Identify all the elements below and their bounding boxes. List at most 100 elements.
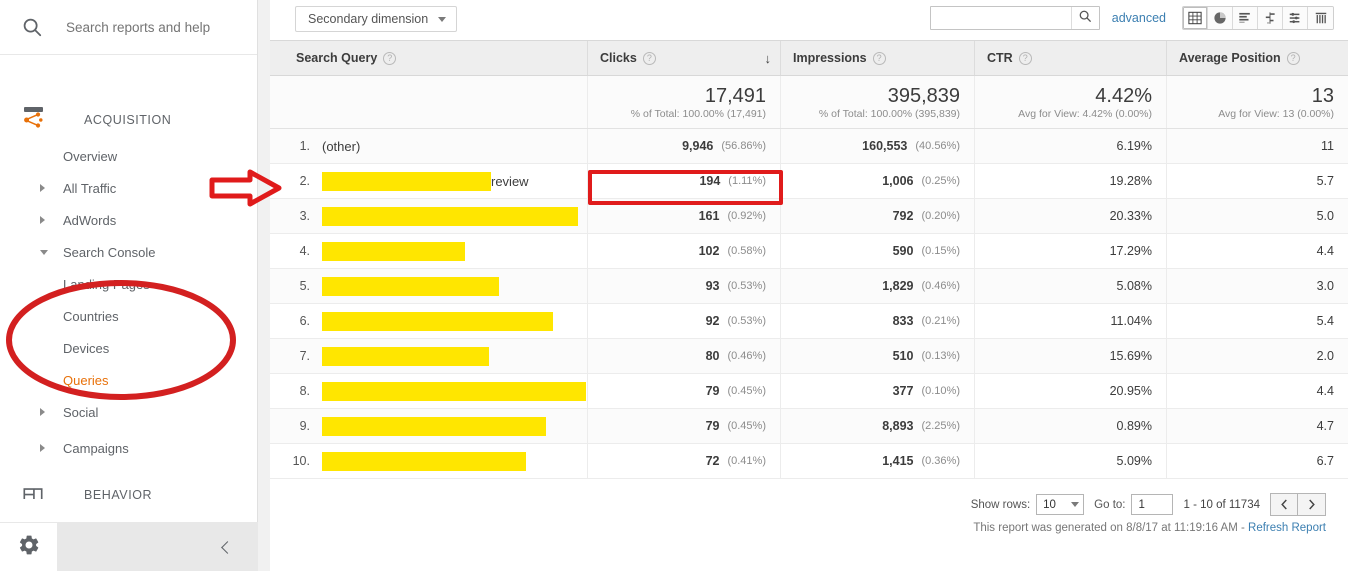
help-icon[interactable]: ? <box>1286 51 1300 65</box>
column-header-ctr[interactable]: CTR ? <box>975 41 1167 75</box>
sidebar-item-devices[interactable]: Devices <box>0 332 257 364</box>
column-header-average-position[interactable]: Average Position ? <box>1167 41 1348 75</box>
secondary-dimension-button[interactable]: Secondary dimension <box>295 6 458 32</box>
summary-subtext: Avg for View: 13 (0.00%) <box>1218 107 1334 120</box>
sidebar-item-label: All Traffic <box>63 180 117 196</box>
performance-bar-view-icon[interactable] <box>1233 7 1258 29</box>
cell-value: 5.08% <box>1116 279 1152 293</box>
cell-value: 1,006 <box>882 174 914 188</box>
search-query-text[interactable] <box>322 346 489 366</box>
search-query-text[interactable] <box>322 451 526 471</box>
table-footer: Show rows: 10 Go to: 1 1 - 10 of 11734 T… <box>270 485 1348 571</box>
table-row[interactable]: 5. 93 (0.53%) 1,829 (0.46%) 5.08% 3.0 <box>270 269 1348 304</box>
cell-clicks: 80 (0.46%) <box>588 339 781 373</box>
summary-clicks: 17,491 % of Total: 100.00% (17,491) <box>588 76 781 128</box>
show-rows-select[interactable]: 10 <box>1036 494 1085 515</box>
table-row[interactable]: 3. 161 (0.92%) 792 (0.20%) 20.33% 5.0 <box>270 199 1348 234</box>
pivot-view-icon[interactable] <box>1283 7 1308 29</box>
pagination-range: 1 - 10 of 11734 <box>1183 498 1260 511</box>
table-row[interactable]: 1. (other) 9,946 (56.86%) 160,553 (40.56%) 6.1… <box>270 129 1348 164</box>
sidebar-item-landing-pages[interactable]: Landing Pages <box>0 268 257 300</box>
table-row[interactable]: 6. 92 (0.53%) 833 (0.21%) 11.04% 5.4 <box>270 304 1348 339</box>
table-row[interactable]: 4. 102 (0.58%) 590 (0.15%) 17.29% 4.4 <box>270 234 1348 269</box>
summary-impressions: 395,839 % of Total: 100.00% (395,839) <box>781 76 975 128</box>
search-query-text[interactable] <box>322 241 465 261</box>
help-icon[interactable]: ? <box>383 51 397 65</box>
search-query-text[interactable] <box>322 416 546 436</box>
sidebar-item-social[interactable]: Social <box>0 396 257 428</box>
sort-descending-icon: ↓ <box>764 50 772 66</box>
sidebar-section-behavior[interactable]: BEHAVIOR <box>0 475 257 499</box>
help-icon[interactable]: ? <box>642 51 656 65</box>
search-query-text[interactable] <box>322 276 499 296</box>
summary-value: 17,491 <box>704 84 766 107</box>
show-rows-label: Show rows: <box>970 498 1031 511</box>
table-search-box[interactable] <box>929 6 1100 30</box>
column-header-impressions[interactable]: Impressions ? <box>781 41 975 75</box>
cell-percent: (56.86%) <box>721 140 766 152</box>
row-index: 3. <box>299 209 310 223</box>
search-input[interactable] <box>64 18 244 36</box>
table-row[interactable]: 9. 79 (0.45%) 8,893 (2.25%) 0.89% 4.7 <box>270 409 1348 444</box>
refresh-report-link[interactable]: Refresh Report <box>1248 522 1326 534</box>
redacted-query-bar <box>322 451 526 471</box>
table-row[interactable]: 2. review 194 (1.11%) 1,006 (0.25%) 19.28% 5.7 <box>270 164 1348 199</box>
table-search-button[interactable] <box>1070 7 1099 29</box>
sidebar-section-label: BEHAVIOR <box>84 488 153 499</box>
sidebar-item-overview[interactable]: Overview <box>0 140 257 172</box>
cell-percent: (0.46%) <box>921 280 960 292</box>
table-search-input[interactable] <box>934 8 1071 28</box>
table-row[interactable]: 10. 72 (0.41%) 1,415 (0.36%) 5.09% 6.7 <box>270 444 1348 479</box>
help-icon[interactable]: ? <box>1018 51 1032 65</box>
cell-impressions: 590 (0.15%) <box>781 234 975 268</box>
cell-value: 2.0 <box>1316 349 1334 363</box>
settings-button[interactable] <box>0 522 58 571</box>
row-index: 5. <box>299 279 310 293</box>
sidebar-item-search-console[interactable]: Search Console <box>0 236 257 268</box>
view-type-buttons <box>1182 6 1334 30</box>
sidebar-item-all-traffic[interactable]: All Traffic <box>0 172 257 204</box>
column-header-clicks[interactable]: Clicks ? ↓ <box>588 41 781 75</box>
table-view-icon[interactable] <box>1183 7 1208 29</box>
cell-percent: (0.58%) <box>727 245 766 257</box>
summary-value: 13 <box>1311 84 1334 107</box>
sidebar-search[interactable] <box>0 0 257 55</box>
previous-page-button[interactable] <box>1271 494 1298 515</box>
sidebar-item-campaigns[interactable]: Campaigns <box>0 432 257 464</box>
cell-value: 79 <box>705 419 720 433</box>
sidebar-item-adwords[interactable]: AdWords <box>0 204 257 236</box>
cell-impressions: 833 (0.21%) <box>781 304 975 338</box>
search-query-text[interactable] <box>322 311 553 331</box>
table-row[interactable]: 7. 80 (0.46%) 510 (0.13%) 15.69% 2.0 <box>270 339 1348 374</box>
goto-page-input[interactable]: 1 <box>1131 494 1174 515</box>
table-row[interactable]: 8. 79 (0.45%) 377 (0.10%) 20.95% 4.4 <box>270 374 1348 409</box>
pagination-controls: Show rows: 10 Go to: 1 1 - 10 of 11734 <box>971 493 1326 516</box>
advanced-link[interactable]: advanced <box>1112 11 1166 25</box>
column-header-label: CTR <box>987 51 1013 65</box>
cell-value: 6.7 <box>1316 454 1334 468</box>
collapse-sidebar-button[interactable] <box>58 522 258 571</box>
search-query-text[interactable]: (other) <box>322 139 360 154</box>
sidebar-item-queries[interactable]: Queries <box>0 364 257 396</box>
help-icon[interactable]: ? <box>872 51 886 65</box>
cell-ctr: 15.69% <box>975 339 1167 373</box>
toolbar-right-group: advanced <box>929 6 1334 30</box>
search-query-text[interactable] <box>322 206 578 226</box>
cell-value: 11.04% <box>1110 314 1152 328</box>
column-header-search-query[interactable]: Search Query ? <box>270 41 588 75</box>
cell-search-query: 5. <box>270 269 588 303</box>
sidebar-item-label: AdWords <box>63 212 117 228</box>
search-query-text[interactable] <box>322 381 586 401</box>
next-page-button[interactable] <box>1298 494 1325 515</box>
sidebar-item-countries[interactable]: Countries <box>0 300 257 332</box>
cell-percent: (0.21%) <box>921 315 960 327</box>
sidebar-section-acquisition[interactable]: ACQUISITION <box>0 100 257 140</box>
cell-value: 5.0 <box>1316 209 1334 223</box>
pie-chart-view-icon[interactable] <box>1208 7 1233 29</box>
row-index: 8. <box>299 384 310 398</box>
cell-percent: (0.13%) <box>921 350 960 362</box>
comparison-view-icon[interactable] <box>1258 7 1283 29</box>
term-cloud-view-icon[interactable] <box>1308 7 1333 29</box>
column-header-label: Average Position <box>1179 51 1281 65</box>
search-query-text[interactable]: review <box>322 171 529 191</box>
